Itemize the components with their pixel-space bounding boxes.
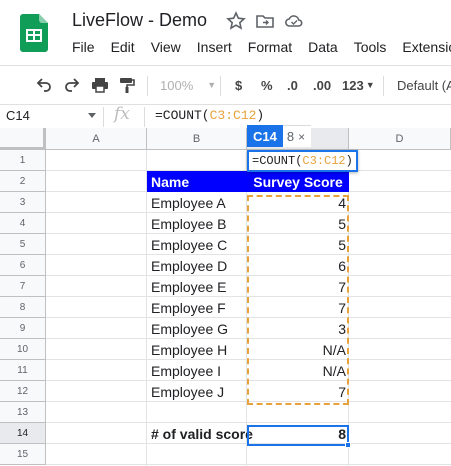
inline-formula-suffix: )	[345, 154, 353, 168]
decrease-decimal-button[interactable]: .0	[287, 74, 298, 96]
employee-name-cell[interactable]: Employee B	[147, 213, 247, 234]
print-icon[interactable]	[90, 75, 110, 95]
paint-format-icon[interactable]	[117, 75, 137, 95]
menu-format[interactable]: Format	[248, 39, 292, 55]
header-cell-score[interactable]: Survey Score	[247, 171, 349, 192]
increase-decimal-label: .00	[313, 77, 332, 93]
move-to-folder-icon[interactable]	[255, 11, 275, 31]
toolbar-divider	[0, 65, 451, 66]
formula-input[interactable]: =COUNT(C3:C12)	[155, 108, 264, 123]
row-header-10[interactable]: 10	[0, 339, 46, 360]
name-box[interactable]: C14	[6, 108, 30, 123]
row-header-2[interactable]: 2	[0, 171, 46, 192]
active-cell-border[interactable]	[247, 425, 349, 446]
column-header-d[interactable]: D	[349, 128, 451, 150]
menu-bar: File Edit View Insert Format Data Tools …	[72, 39, 451, 55]
employee-name-cell[interactable]: Employee F	[147, 297, 247, 318]
chevron-down-icon: ▼	[207, 80, 217, 90]
close-icon[interactable]: ×	[298, 125, 312, 147]
employee-name-cell[interactable]: Employee C	[147, 234, 247, 255]
formula-bar-divider	[0, 104, 451, 105]
inline-formula-prefix: =COUNT(	[252, 154, 303, 168]
row-header-11[interactable]: 11	[0, 360, 46, 381]
redo-icon[interactable]	[62, 75, 82, 95]
row-header-8[interactable]: 8	[0, 297, 46, 318]
header-cell-name[interactable]: Name	[147, 171, 247, 192]
zoom-value: 100%	[160, 77, 194, 93]
employee-name-cell[interactable]: Employee H	[147, 339, 247, 360]
row-header-6[interactable]: 6	[0, 255, 46, 276]
menu-view[interactable]: View	[151, 39, 181, 55]
chevron-down-icon[interactable]	[88, 113, 96, 118]
more-formats-button[interactable]: 123 ▼	[342, 74, 375, 96]
star-icon[interactable]	[226, 11, 246, 31]
row-header-4[interactable]: 4	[0, 213, 46, 234]
toolbar-separator	[147, 76, 148, 96]
menu-tools[interactable]: Tools	[354, 39, 387, 55]
gridline	[46, 464, 451, 465]
row-header-3[interactable]: 3	[0, 192, 46, 213]
select-all-corner[interactable]	[0, 128, 46, 150]
inline-formula-editor[interactable]: =COUNT(C3:C12)	[247, 150, 358, 172]
zoom-select[interactable]: 100% ▼	[160, 74, 216, 96]
employee-name-cell[interactable]: Employee J	[147, 381, 247, 402]
menu-insert[interactable]: Insert	[197, 39, 232, 55]
menu-edit[interactable]: Edit	[111, 39, 135, 55]
row-header-12[interactable]: 12	[0, 381, 46, 402]
row-header-9[interactable]: 9	[0, 318, 46, 339]
menu-extensions[interactable]: Extensio	[402, 39, 451, 55]
document-title[interactable]: LiveFlow - Demo	[72, 10, 207, 31]
row-header-15[interactable]: 15	[0, 444, 46, 465]
formula-bar-separator	[144, 107, 145, 127]
formula-range: C3:C12	[209, 108, 257, 123]
column-header-a[interactable]: A	[46, 128, 147, 150]
menu-file[interactable]: File	[72, 39, 95, 55]
edit-preview-value: 8	[282, 125, 299, 147]
cloud-status-icon[interactable]	[284, 11, 304, 31]
fill-handle[interactable]	[345, 442, 351, 448]
percent-format-button[interactable]: %	[261, 74, 273, 96]
column-header-b[interactable]: B	[147, 128, 247, 150]
spreadsheet-grid[interactable]: A B D 1 2 3 4 5 6 7 8 9 10 11 12 13 14 1…	[0, 128, 451, 466]
currency-format-button[interactable]: $	[235, 74, 242, 96]
row-header-7[interactable]: 7	[0, 276, 46, 297]
employee-name-cell[interactable]: Employee A	[147, 192, 247, 213]
employee-name-cell[interactable]: Employee D	[147, 255, 247, 276]
font-select[interactable]: Default (A	[397, 74, 451, 96]
employee-name-cell[interactable]: Employee G	[147, 318, 247, 339]
increase-decimal-button[interactable]: .00	[313, 74, 331, 96]
toolbar-separator	[383, 76, 384, 96]
decrease-decimal-label: .0	[287, 77, 298, 93]
row-header-5[interactable]: 5	[0, 234, 46, 255]
summary-label-cell[interactable]: # of valid score	[147, 423, 253, 444]
chevron-down-icon: ▼	[365, 80, 375, 90]
google-sheets-logo[interactable]	[20, 14, 48, 52]
menu-data[interactable]: Data	[308, 39, 338, 55]
formula-range-highlight	[247, 195, 349, 405]
cell-edit-indicator: C14 8 ×	[247, 125, 312, 147]
inline-formula-range: C3:C12	[302, 154, 346, 168]
toolbar-separator	[220, 76, 221, 96]
more-formats-label: 123	[342, 77, 364, 93]
employee-name-cell[interactable]: Employee E	[147, 276, 247, 297]
edit-cell-ref: C14	[247, 125, 283, 147]
employee-name-cell[interactable]: Employee I	[147, 360, 247, 381]
undo-icon[interactable]	[34, 75, 54, 95]
row-header-13[interactable]: 13	[0, 402, 46, 423]
function-icon: fx	[114, 104, 130, 124]
formula-bar-separator	[103, 107, 104, 127]
row-header-1[interactable]: 1	[0, 150, 46, 171]
row-header-14[interactable]: 14	[0, 423, 46, 444]
formula-prefix: =COUNT(	[155, 108, 210, 123]
formula-suffix: )	[256, 108, 265, 123]
